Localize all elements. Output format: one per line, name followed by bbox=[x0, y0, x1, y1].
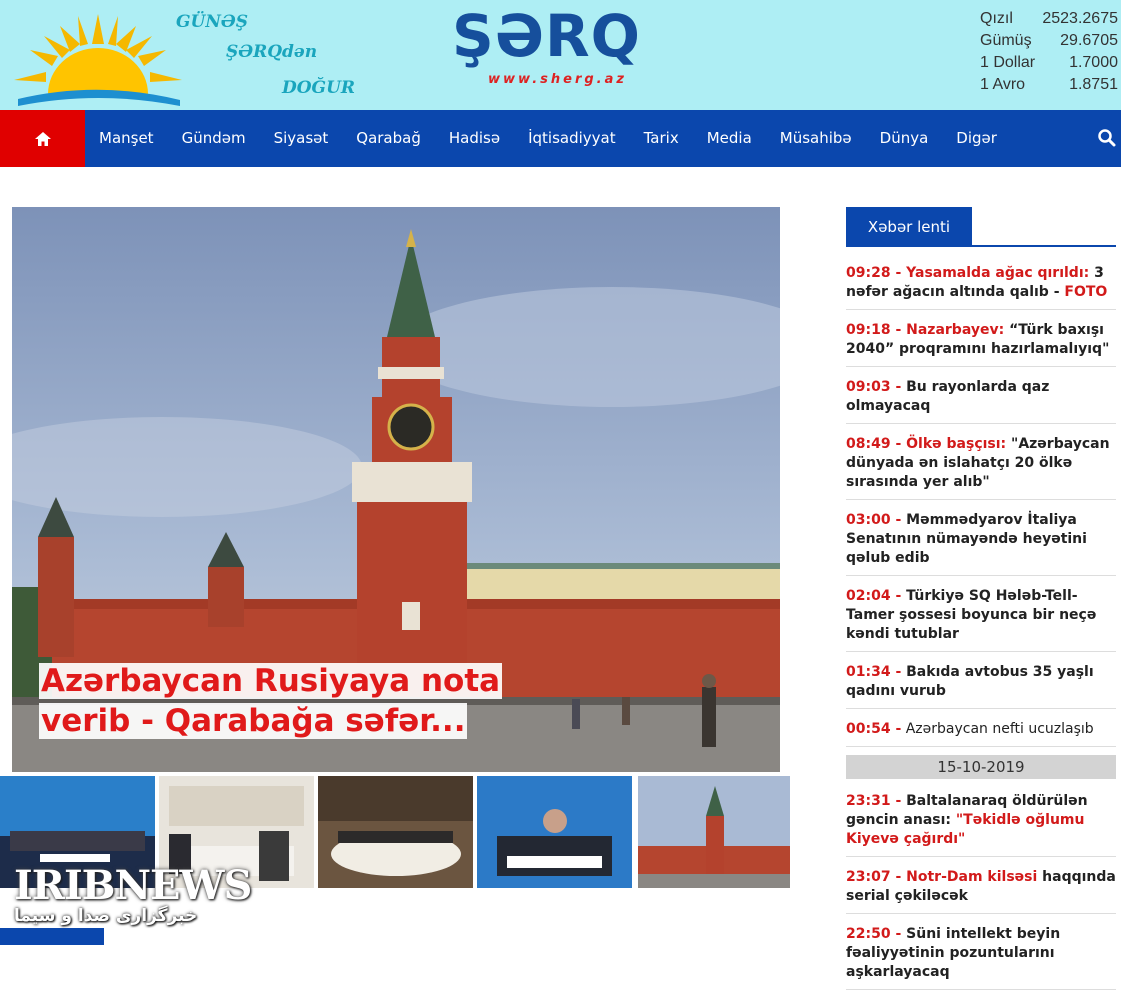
news-item[interactable]: 09:18 - Nazarbayev: “Türk baxışı 2040” p… bbox=[846, 318, 1116, 367]
news-item[interactable]: 09:03 - Bu rayonlarda qaz olmayacaq bbox=[846, 375, 1116, 424]
news-item[interactable]: 23:31 - Baltalanaraq öldürülən gəncin an… bbox=[846, 789, 1116, 857]
nav-item-iqtisadiyyat[interactable]: İqtisadiyyat bbox=[514, 110, 630, 167]
nav-item-siyaset[interactable]: Siyasət bbox=[260, 110, 343, 167]
rate-name: Qızıl bbox=[980, 10, 1013, 27]
date-divider: 15-10-2019 bbox=[846, 755, 1116, 779]
news-feed-tabbar: Xəbər lenti bbox=[846, 207, 1116, 247]
nav-item-dunya[interactable]: Dünya bbox=[866, 110, 943, 167]
watermark-bar bbox=[0, 928, 104, 945]
news-time: 08:49 bbox=[846, 436, 891, 452]
news-time: 09:03 bbox=[846, 379, 891, 395]
nav-item-qarabag[interactable]: Qarabağ bbox=[342, 110, 435, 167]
nav-item-tarix[interactable]: Tarix bbox=[630, 110, 693, 167]
news-time: 22:50 bbox=[846, 926, 891, 942]
rate-row-silver: Gümüş 29.6705 bbox=[980, 30, 1118, 52]
news-highlight: Ölkə başçısı: bbox=[906, 436, 1007, 452]
hero-headline-line-1[interactable]: Azərbaycan Rusiyaya nota bbox=[39, 663, 503, 699]
search-icon[interactable] bbox=[1097, 128, 1117, 148]
nav-item-musahibe[interactable]: Müsahibə bbox=[766, 110, 866, 167]
news-time: 03:00 bbox=[846, 512, 891, 528]
news-time: 23:07 bbox=[846, 869, 891, 885]
currency-rates: Qızıl 2523.2675 Gümüş 29.6705 1 Dollar 1.70… bbox=[980, 8, 1118, 96]
iribnews-watermark-sub: خبرگزاری صدا و سیما bbox=[14, 906, 198, 926]
news-highlight: Notr-Dam kilsəsi bbox=[906, 869, 1038, 885]
home-icon bbox=[34, 131, 51, 146]
nav-item-gundem[interactable]: Gündəm bbox=[168, 110, 260, 167]
nav-item-diger[interactable]: Digər bbox=[942, 110, 1011, 167]
hero-headline-line-2[interactable]: verib - Qarabağa səfər... bbox=[39, 703, 468, 739]
news-time: 01:34 bbox=[846, 664, 891, 680]
tab-news-feed[interactable]: Xəbər lenti bbox=[846, 207, 972, 247]
news-time: 23:31 bbox=[846, 793, 891, 809]
news-highlight: Yasamalda ağac qırıldı: bbox=[906, 265, 1090, 281]
news-list: 09:28 - Yasamalda ağac qırıldı: 3 nəfər … bbox=[846, 261, 1116, 990]
news-time: 09:28 bbox=[846, 265, 891, 281]
news-feed-sidebar: Xəbər lenti 09:28 - Yasamalda ağac qırıl… bbox=[846, 207, 1116, 998]
news-item[interactable]: 08:49 - Ölkə başçısı: "Azərbaycan dünyad… bbox=[846, 432, 1116, 500]
news-item[interactable]: 22:50 - Süni intellekt beyin fəaliyyətin… bbox=[846, 922, 1116, 990]
thumbnail-3[interactable] bbox=[318, 776, 473, 888]
rate-row-euro: 1 Avro 1.8751 bbox=[980, 74, 1118, 96]
site-header: GÜNƏŞ ŞƏRQdən DOĞUR ŞƏRQ www.sherg.az Qı… bbox=[0, 0, 1121, 110]
iribnews-watermark: IRIBNEWS bbox=[14, 862, 252, 909]
main-nav: Manşet Gündəm Siyasət Qarabağ Hadisə İqt… bbox=[0, 110, 1121, 167]
news-text: Azərbaycan nefti ucuzlaşıb bbox=[901, 721, 1094, 737]
slogan-line-3: DOĞUR bbox=[282, 78, 356, 98]
rate-value: 2523.2675 bbox=[1042, 10, 1118, 27]
rate-value: 29.6705 bbox=[1060, 32, 1118, 49]
rate-name: 1 Avro bbox=[980, 76, 1026, 93]
news-time: 09:18 bbox=[846, 322, 891, 338]
thumbnail-5[interactable] bbox=[638, 776, 790, 888]
news-item[interactable]: 02:04 - Türkiyə SQ Hələb-Tell-Tamer şoss… bbox=[846, 584, 1116, 652]
sun-logo-icon[interactable] bbox=[8, 4, 188, 108]
news-item[interactable]: 00:54 - Azərbaycan nefti ucuzlaşıb bbox=[846, 717, 1116, 747]
rate-name: Gümüş bbox=[980, 32, 1032, 49]
news-extra: FOTO bbox=[1064, 284, 1108, 300]
slogan-line-2: ŞƏRQdən bbox=[226, 42, 318, 62]
nav-item-hadise[interactable]: Hadisə bbox=[435, 110, 514, 167]
thumbnail-4[interactable] bbox=[477, 776, 632, 888]
nav-item-manset[interactable]: Manşet bbox=[85, 110, 168, 167]
news-time: 00:54 bbox=[846, 721, 891, 737]
news-item[interactable]: 03:00 - Məmmədyarov İtaliya Senatının nü… bbox=[846, 508, 1116, 576]
rate-row-gold: Qızıl 2523.2675 bbox=[980, 8, 1118, 30]
rate-value: 1.7000 bbox=[1069, 54, 1118, 71]
news-item[interactable]: 23:07 - Notr-Dam kilsəsi haqqında serial… bbox=[846, 865, 1116, 914]
site-logo[interactable]: ŞƏRQ bbox=[452, 6, 641, 66]
hero-headline[interactable]: Azərbaycan Rusiyaya nota verib - Qarabağ… bbox=[39, 661, 520, 741]
nav-item-media[interactable]: Media bbox=[693, 110, 766, 167]
rate-value: 1.8751 bbox=[1069, 76, 1118, 93]
news-item[interactable]: 09:28 - Yasamalda ağac qırıldı: 3 nəfər … bbox=[846, 261, 1116, 310]
home-button[interactable] bbox=[0, 110, 85, 167]
rate-row-dollar: 1 Dollar 1.7000 bbox=[980, 52, 1118, 74]
news-highlight: Nazarbayev: bbox=[906, 322, 1005, 338]
slogan-line-1: GÜNƏŞ bbox=[176, 12, 248, 32]
news-item[interactable]: 01:34 - Bakıda avtobus 35 yaşlı qadını v… bbox=[846, 660, 1116, 709]
site-url[interactable]: www.sherg.az bbox=[488, 72, 627, 87]
news-time: 02:04 bbox=[846, 588, 891, 604]
rate-name: 1 Dollar bbox=[980, 54, 1036, 71]
